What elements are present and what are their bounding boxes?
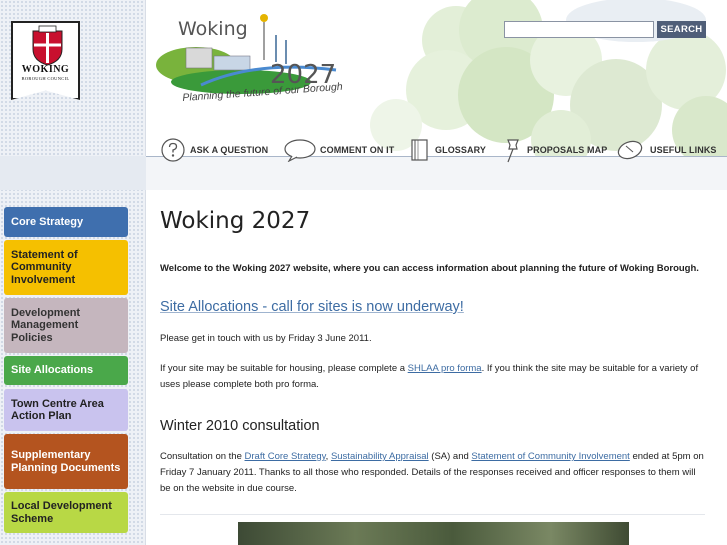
- shlaa-pro-forma-link[interactable]: SHLAA pro forma: [408, 363, 482, 374]
- sidebar-item-label: Development Management Policies: [11, 306, 81, 344]
- consultation-photo: [238, 522, 629, 545]
- consult-text-mid: (SA) and: [428, 451, 472, 462]
- statement-of-community-involvement-link[interactable]: Statement of Community Involvement: [471, 451, 629, 462]
- nav-label: ASK A QUESTION: [190, 145, 269, 155]
- sidebar-item-label: Site Allocations: [11, 364, 94, 377]
- welcome-text: Welcome to the Woking 2027 website, wher…: [160, 263, 699, 274]
- site-allocations-headline-link[interactable]: Site Allocations - call for sites is now…: [160, 299, 464, 315]
- nav-comment-on-it[interactable]: COMMENT ON IT: [283, 136, 394, 164]
- nav-label: PROPOSALS MAP: [527, 145, 608, 155]
- sidebar-item-core-strategy[interactable]: Core Strategy: [4, 207, 128, 237]
- council-crest-logo[interactable]: [11, 21, 80, 100]
- sidebar-item-town-centre-area-action-plan[interactable]: Town Centre Area Action Plan: [4, 389, 128, 431]
- search-button[interactable]: SEARCH: [657, 21, 706, 38]
- draft-core-strategy-link[interactable]: Draft Core Strategy: [245, 451, 326, 462]
- sidebar-item-development-management-policies[interactable]: Development Management Policies: [4, 298, 128, 353]
- consultation-paragraph: Consultation on the Draft Core Strategy,…: [160, 449, 705, 497]
- shlaa-paragraph: If your site may be suitable for housing…: [160, 361, 705, 393]
- content-divider: [160, 514, 705, 515]
- sidebar-item-site-allocations[interactable]: Site Allocations: [4, 356, 128, 385]
- question-mark-icon: [161, 138, 185, 162]
- winter-consultation-heading: Winter 2010 consultation: [160, 418, 320, 434]
- nav-useful-links[interactable]: USEFUL LINKS: [616, 136, 717, 164]
- nav-proposals-map[interactable]: PROPOSALS MAP: [501, 136, 607, 164]
- council-subtitle: BOROUGH COUNCIL: [21, 76, 70, 81]
- nav-glossary[interactable]: GLOSSARY: [409, 136, 486, 164]
- nav-label: USEFUL LINKS: [650, 145, 717, 155]
- sidebar-item-supplementary-planning-documents[interactable]: Supplementary Planning Documents: [4, 434, 128, 489]
- sidebar-item-label: Statement of Community Involvement: [11, 248, 78, 286]
- sidebar-item-label: Local Development Scheme: [11, 500, 112, 525]
- nav-ask-question[interactable]: ASK A QUESTION: [160, 136, 268, 164]
- sidebar-item-label: Supplementary Planning Documents: [11, 449, 121, 474]
- book-icon: [411, 139, 428, 161]
- computer-mouse-icon: [617, 140, 643, 160]
- sustainability-appraisal-link[interactable]: Sustainability Appraisal: [331, 451, 429, 462]
- nav-label: COMMENT ON IT: [320, 145, 395, 155]
- shlaa-text-pre: If your site may be suitable for housing…: [160, 363, 408, 374]
- contact-text: Please get in touch with us by Friday 3 …: [160, 333, 372, 344]
- nav-strip-left: [0, 156, 146, 190]
- map-pin-icon: [507, 139, 519, 163]
- shield-icon: [32, 25, 63, 66]
- nav-label: GLOSSARY: [435, 145, 486, 155]
- sidebar-item-local-development-scheme[interactable]: Local Development Scheme: [4, 492, 128, 533]
- page-title: Woking 2027: [160, 208, 311, 234]
- sidebar-item-statement-of-community-involvement[interactable]: Statement of Community Involvement: [4, 240, 128, 295]
- consult-text-pre: Consultation on the: [160, 451, 245, 462]
- sidebar-item-label: Town Centre Area Action Plan: [11, 397, 104, 423]
- logo-wordmark: Woking: [178, 18, 248, 40]
- council-name: WOKING: [21, 64, 70, 75]
- sidebar-item-label: Core Strategy: [11, 215, 84, 228]
- search-input[interactable]: [504, 21, 654, 38]
- speech-bubble-icon: [284, 139, 316, 162]
